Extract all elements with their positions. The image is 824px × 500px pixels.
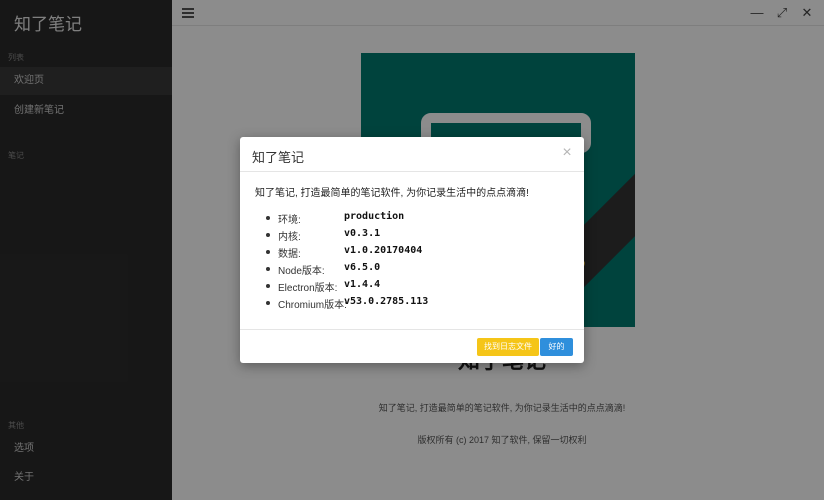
ok-button[interactable]: 好的 (540, 338, 573, 356)
info-value: v6.5.0 (344, 262, 381, 273)
info-key: Electron版本: (278, 283, 338, 294)
bullet-icon (266, 267, 270, 271)
bullet-icon (266, 216, 270, 220)
info-key: 环境: (278, 215, 301, 226)
info-value: v1.4.4 (344, 279, 381, 290)
info-key: Chromium版本: (278, 300, 347, 311)
dialog-header: 知了笔记 × (240, 137, 584, 172)
info-key: 数据: (278, 249, 301, 260)
bullet-icon (266, 233, 270, 237)
dialog-title: 知了笔记 (252, 150, 305, 165)
dialog-footer: 找到日志文件 好的 (240, 329, 584, 363)
close-icon[interactable]: × (560, 145, 574, 161)
bullet-icon (266, 301, 270, 305)
find-log-file-button[interactable]: 找到日志文件 (477, 338, 539, 356)
info-value: v0.3.1 (344, 228, 381, 239)
info-key: Node版本: (278, 266, 325, 277)
bullet-icon (266, 284, 270, 288)
info-value: v1.0.20170404 (344, 245, 423, 256)
info-value: production (344, 211, 405, 222)
info-value: v53.0.2785.113 (344, 296, 429, 307)
dialog-intro: 知了笔记, 打造最简单的笔记软件, 为你记录生活中的点点滴滴! (255, 188, 529, 199)
info-key: 内核: (278, 232, 301, 243)
bullet-icon (266, 250, 270, 254)
about-dialog: 知了笔记 × 知了笔记, 打造最简单的笔记软件, 为你记录生活中的点点滴滴! 环… (240, 137, 584, 363)
